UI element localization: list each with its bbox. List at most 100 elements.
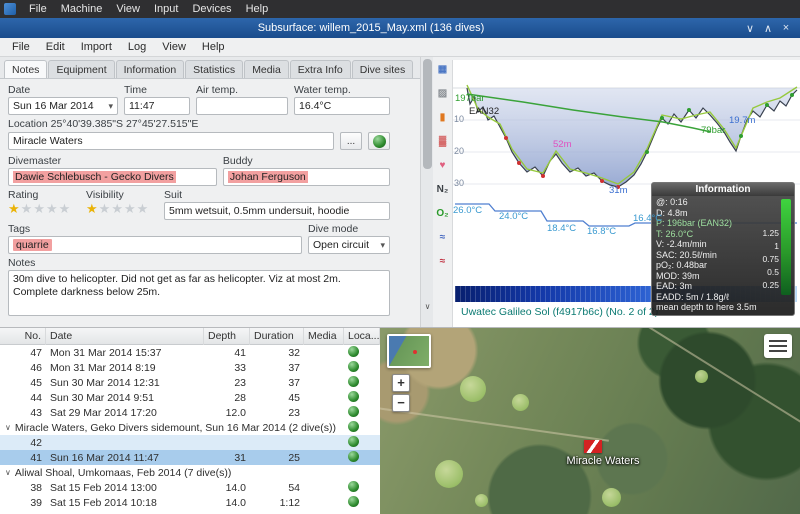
- dive-list-header[interactable]: No.DateDepthDurationMediaLoca...: [0, 328, 380, 345]
- star-icon[interactable]: ★: [111, 202, 123, 216]
- location-globe-icon: [348, 496, 359, 507]
- panel-scrollbar[interactable]: ∨: [420, 57, 433, 327]
- vm-menu-input[interactable]: Input: [147, 1, 185, 17]
- trip-label: ∨Aliwal Shoal, Umkomaas, Feb 2014 (7 div…: [0, 467, 344, 479]
- close-button[interactable]: ×: [778, 22, 794, 35]
- column-header-media[interactable]: Media: [304, 328, 344, 345]
- time-field[interactable]: 11:47: [124, 97, 190, 115]
- max-depth-label: 31m: [609, 186, 627, 196]
- column-header-date[interactable]: Date: [46, 328, 204, 345]
- location-globe-icon: [348, 391, 359, 402]
- minimize-button[interactable]: ∨: [742, 22, 758, 35]
- scroll-down-arrow-icon[interactable]: ∨: [421, 300, 434, 313]
- column-header-loca[interactable]: Loca...: [344, 328, 380, 345]
- dive-list: No.DateDepthDurationMediaLoca... 47Mon 3…: [0, 328, 380, 514]
- dive-row[interactable]: 47Mon 31 Mar 2014 15:374132: [0, 345, 380, 360]
- location-field[interactable]: Miracle Waters: [8, 132, 334, 150]
- collapse-arrow-icon[interactable]: ∨: [5, 468, 11, 477]
- temperature-label: 26.0°C: [453, 206, 482, 216]
- trip-row[interactable]: ∨Aliwal Shoal, Umkomaas, Feb 2014 (7 div…: [0, 465, 380, 480]
- thermometer-icon[interactable]: ▮: [434, 109, 452, 126]
- dive-duration: 25: [250, 452, 304, 464]
- notes-textarea[interactable]: 30m dive to helicopter. Did not get as f…: [8, 270, 390, 316]
- star-icon[interactable]: ★: [33, 202, 45, 216]
- tab-statistics[interactable]: Statistics: [185, 60, 243, 78]
- tab-information[interactable]: Information: [116, 60, 185, 78]
- dive-profile-canvas[interactable]: 197bar EAN32 79bar 19.7m 31m 52m Uwatec …: [452, 60, 800, 327]
- dive-row[interactable]: 38Sat 15 Feb 2014 13:0014.054: [0, 480, 380, 495]
- location-map-button[interactable]: [368, 132, 390, 150]
- pn2-toggle[interactable]: N₂: [434, 181, 452, 198]
- star-icon[interactable]: ★: [8, 202, 20, 216]
- dive-row[interactable]: 41Sun 16 Mar 2014 11:473125: [0, 450, 380, 465]
- po2-toggle[interactable]: O₂: [434, 205, 452, 222]
- rating-stars[interactable]: ★★★★★: [8, 202, 80, 216]
- tab-dive-sites[interactable]: Dive sites: [352, 60, 414, 78]
- tab-extra-info[interactable]: Extra Info: [290, 60, 351, 78]
- air-temp-field[interactable]: [196, 97, 288, 115]
- dive-row[interactable]: 43Sat 29 Mar 2014 17:2012.023: [0, 405, 380, 420]
- suit-field[interactable]: 5mm wetsuit, 0.5mm undersuit, hoodie: [164, 202, 390, 220]
- star-icon[interactable]: ★: [124, 202, 136, 216]
- visibility-stars[interactable]: ★★★★★: [86, 202, 158, 216]
- scrollbar-thumb[interactable]: [423, 59, 432, 169]
- map-zoom-in-button[interactable]: +: [392, 374, 410, 392]
- overview-map[interactable]: [387, 334, 431, 368]
- tags-field[interactable]: quarrie: [8, 236, 302, 254]
- star-icon[interactable]: ★: [59, 202, 71, 216]
- tab-media[interactable]: Media: [244, 60, 289, 78]
- star-icon[interactable]: ★: [137, 202, 149, 216]
- map-zoom-out-button[interactable]: −: [392, 394, 410, 412]
- star-icon[interactable]: ★: [86, 202, 98, 216]
- menu-help[interactable]: Help: [194, 39, 233, 55]
- map-menu-icon[interactable]: [764, 334, 792, 358]
- location-globe-icon: [348, 346, 359, 357]
- date-label: Date: [8, 84, 118, 96]
- dive-row[interactable]: 44Sun 30 Mar 2014 9:512845: [0, 390, 380, 405]
- vm-menu-machine[interactable]: Machine: [54, 1, 110, 17]
- dive-row[interactable]: 46Mon 31 Mar 2014 8:193337: [0, 360, 380, 375]
- dive-computer-icon[interactable]: ▦: [434, 61, 452, 78]
- dive-depth: 23: [204, 377, 250, 389]
- dive-mode-select[interactable]: Open circuit ▾: [308, 236, 390, 254]
- window-titlebar[interactable]: Subsurface: willem_2015_May.xml (136 div…: [0, 18, 800, 38]
- dive-row[interactable]: 42: [0, 435, 380, 450]
- dive-location-cell: [344, 481, 380, 495]
- star-icon[interactable]: ★: [99, 202, 111, 216]
- vm-menu-file[interactable]: File: [22, 1, 54, 17]
- ceiling-icon[interactable]: ▓: [434, 133, 452, 150]
- picture-icon[interactable]: ▨: [434, 85, 452, 102]
- menu-import[interactable]: Import: [73, 39, 120, 55]
- location-globe-icon: [348, 376, 359, 387]
- menu-file[interactable]: File: [4, 39, 38, 55]
- dive-row[interactable]: 45Sun 30 Mar 2014 12:312337: [0, 375, 380, 390]
- tab-equipment[interactable]: Equipment: [48, 60, 114, 78]
- column-header-no[interactable]: No.: [0, 328, 46, 345]
- menu-edit[interactable]: Edit: [38, 39, 73, 55]
- menu-view[interactable]: View: [154, 39, 194, 55]
- column-header-duration[interactable]: Duration: [250, 328, 304, 345]
- window-title: Subsurface: willem_2015_May.xml (136 div…: [0, 22, 742, 34]
- tab-notes[interactable]: Notes: [4, 60, 47, 78]
- trip-row[interactable]: ∨Miracle Waters, Geko Divers sidemount, …: [0, 420, 380, 435]
- collapse-arrow-icon[interactable]: ∨: [5, 423, 11, 432]
- heart-rate-icon[interactable]: ≈: [434, 253, 452, 270]
- map-canvas[interactable]: + − Miracle Waters: [380, 328, 800, 514]
- star-icon[interactable]: ★: [21, 202, 33, 216]
- dive-row[interactable]: 39Sat 15 Feb 2014 10:1814.01:12: [0, 495, 380, 510]
- vm-menu-devices[interactable]: Devices: [185, 1, 238, 17]
- menu-log[interactable]: Log: [120, 39, 154, 55]
- maximize-button[interactable]: ∧: [760, 22, 776, 35]
- vm-menu-view[interactable]: View: [109, 1, 147, 17]
- water-temp-field[interactable]: 16.4°C: [294, 97, 390, 115]
- column-header-depth[interactable]: Depth: [204, 328, 250, 345]
- dive-site-flag-icon[interactable]: [584, 440, 602, 453]
- divemaster-field[interactable]: Dawie Schlebusch - Gecko Divers: [8, 168, 217, 186]
- location-browse-button[interactable]: ...: [340, 132, 362, 150]
- tissues-icon[interactable]: ≈: [434, 229, 452, 246]
- date-field[interactable]: Sun 16 Mar 2014 ▾: [8, 97, 118, 115]
- vm-menu-help[interactable]: Help: [239, 1, 276, 17]
- buddy-field[interactable]: Johan Ferguson: [223, 168, 390, 186]
- heart-icon[interactable]: ♥: [434, 157, 452, 174]
- star-icon[interactable]: ★: [46, 202, 58, 216]
